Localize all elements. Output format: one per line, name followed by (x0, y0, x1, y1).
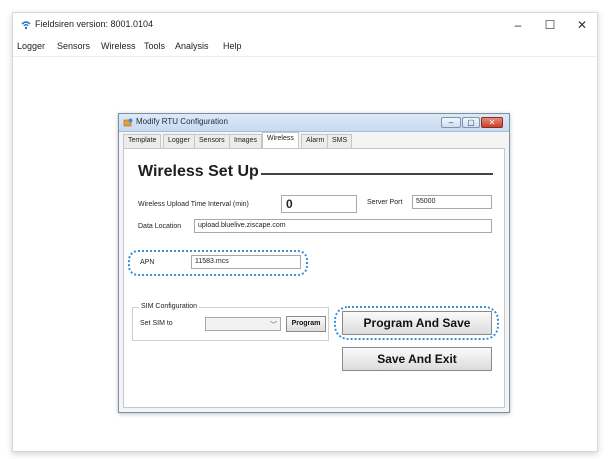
apn-label: APN (140, 259, 155, 266)
modify-rtu-dialog: Modify RTU Configuration – ▢ ✕ Template … (118, 113, 510, 413)
app-window: Fieldsiren version: 8001.0104 – ☐ ✕ Logg… (12, 12, 598, 452)
sim-configuration-group: SIM Configuration Set SIM to ﹀ Program (132, 303, 329, 341)
apn-input[interactable]: 11583.mcs (191, 255, 301, 269)
close-button[interactable]: ✕ (573, 17, 591, 33)
set-sim-label: Set SIM to (140, 320, 173, 327)
program-button[interactable]: Program (286, 316, 326, 332)
settings-icon (123, 118, 133, 127)
section-heading: Wireless Set Up (138, 163, 259, 180)
server-port-input[interactable]: 55000 (412, 195, 492, 209)
upload-interval-label: Wireless Upload Time Interval (min) (138, 201, 249, 208)
menu-sensors[interactable]: Sensors (57, 41, 90, 51)
menu-tools[interactable]: Tools (144, 41, 165, 51)
tab-sms[interactable]: SMS (327, 134, 353, 148)
wifi-icon (21, 21, 31, 30)
menu-bar: Logger Sensors Wireless Tools Analysis H… (13, 39, 597, 57)
tab-logger[interactable]: Logger (163, 134, 195, 148)
dialog-close-button[interactable]: ✕ (481, 117, 503, 128)
title-bar: Fieldsiren version: 8001.0104 – ☐ ✕ (13, 13, 597, 39)
set-sim-select[interactable]: ﹀ (205, 317, 281, 331)
dialog-title-bar: Modify RTU Configuration – ▢ ✕ (119, 114, 509, 132)
tab-template[interactable]: Template (123, 134, 162, 148)
upload-interval-input[interactable]: 0 (281, 195, 357, 213)
data-location-input[interactable]: upload.bluelive.ziscape.com (194, 219, 492, 233)
menu-wireless[interactable]: Wireless (101, 41, 136, 51)
dialog-title: Modify RTU Configuration (136, 117, 228, 126)
heading-divider (261, 173, 493, 175)
server-port-label: Server Port (367, 199, 403, 206)
window-title: Fieldsiren version: 8001.0104 (35, 19, 154, 29)
save-and-exit-button[interactable]: Save And Exit (342, 347, 492, 371)
menu-logger[interactable]: Logger (17, 41, 45, 51)
dialog-restore-button[interactable]: ▢ (462, 117, 480, 128)
menu-help[interactable]: Help (223, 41, 242, 51)
program-and-save-button[interactable]: Program And Save (342, 311, 492, 335)
maximize-button[interactable]: ☐ (541, 17, 559, 33)
sim-configuration-legend: SIM Configuration (139, 303, 200, 310)
tab-sensors[interactable]: Sensors (194, 134, 230, 148)
dialog-minimize-button[interactable]: – (441, 117, 461, 128)
minimize-button[interactable]: – (509, 17, 527, 33)
tab-alarm[interactable]: Alarm (301, 134, 330, 148)
dialog-window-controls: – ▢ ✕ (441, 117, 505, 129)
data-location-label: Data Location (138, 223, 182, 230)
wireless-panel: Wireless Set Up Wireless Upload Time Int… (123, 148, 505, 408)
tab-images[interactable]: Images (229, 134, 262, 148)
tab-wireless[interactable]: Wireless (262, 132, 299, 148)
chevron-down-icon: ﹀ (270, 322, 277, 329)
menu-analysis[interactable]: Analysis (175, 41, 209, 51)
